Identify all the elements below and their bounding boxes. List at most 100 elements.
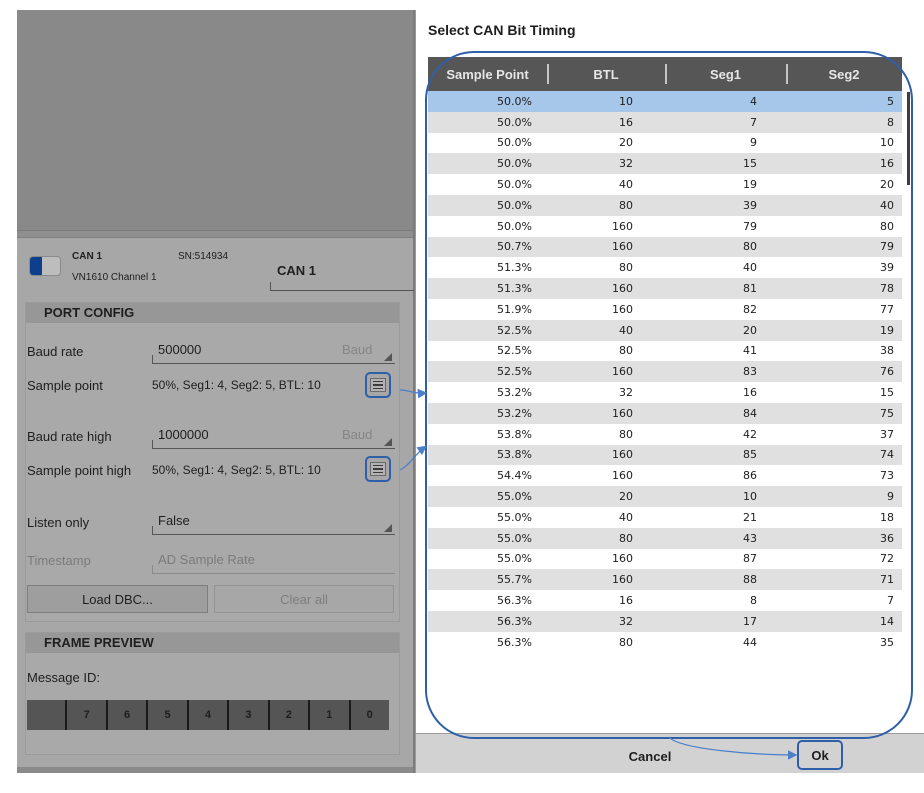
column-header-sample-point[interactable]: Sample Point bbox=[428, 57, 547, 91]
toggle-knob bbox=[30, 257, 42, 275]
cell-sample-point: 56.3% bbox=[497, 635, 532, 649]
table-row[interactable]: 56.3% 32 17 14 bbox=[428, 610, 902, 632]
cell-seg2: 16 bbox=[880, 157, 894, 171]
ok-button[interactable]: Ok bbox=[797, 740, 843, 770]
cell-sample-point: 54.4% bbox=[497, 469, 532, 483]
sample-point-label: Sample point bbox=[27, 378, 103, 393]
port-config-heading: PORT CONFIG bbox=[26, 303, 399, 323]
table-row[interactable]: 52.5% 160 83 76 bbox=[428, 361, 902, 383]
column-header-seg2[interactable]: Seg2 bbox=[786, 57, 902, 91]
column-header-btl[interactable]: BTL bbox=[547, 57, 665, 91]
cell-seg2: 5 bbox=[887, 94, 894, 108]
table-row[interactable]: 50.0% 40 19 20 bbox=[428, 174, 902, 195]
cell-btl: 160 bbox=[612, 573, 633, 587]
bit-cell bbox=[27, 700, 65, 730]
cell-seg2: 79 bbox=[880, 240, 894, 254]
cell-seg1: 82 bbox=[743, 302, 757, 316]
cell-sample-point: 56.3% bbox=[497, 614, 532, 628]
baud-rate-underline bbox=[152, 355, 395, 364]
table-row[interactable]: 51.9% 160 82 77 bbox=[428, 298, 902, 320]
table-row[interactable]: 50.0% 20 9 10 bbox=[428, 132, 902, 154]
sample-point-high-label: Sample point high bbox=[27, 463, 132, 478]
cell-sample-point: 53.8% bbox=[497, 448, 532, 462]
table-row[interactable]: 50.0% 32 15 16 bbox=[428, 153, 902, 175]
bit-timing-table-header: Sample Point BTL Seg1 Seg2 bbox=[428, 57, 902, 91]
table-row[interactable]: 50.0% 16 7 8 bbox=[428, 111, 902, 133]
table-row[interactable]: 53.2% 160 84 75 bbox=[428, 402, 902, 424]
baud-rate-dropdown-icon[interactable] bbox=[384, 353, 392, 361]
cell-seg2: 7 bbox=[887, 594, 894, 608]
table-row[interactable]: 53.2% 32 16 15 bbox=[428, 382, 902, 403]
cell-btl: 160 bbox=[612, 365, 633, 379]
table-row[interactable]: 54.4% 160 86 73 bbox=[428, 465, 902, 487]
cell-seg1: 80 bbox=[743, 240, 757, 254]
sample-point-list-button[interactable] bbox=[365, 372, 391, 398]
table-row[interactable]: 50.7% 160 80 79 bbox=[428, 236, 902, 258]
channel-title-underline bbox=[270, 282, 414, 291]
bit-cell: 5 bbox=[146, 700, 186, 730]
channel-title-input[interactable]: CAN 1 bbox=[277, 263, 316, 278]
table-row[interactable]: 56.3% 16 8 7 bbox=[428, 590, 902, 611]
cell-sample-point: 50.0% bbox=[497, 178, 532, 192]
table-row[interactable]: 55.7% 160 88 71 bbox=[428, 569, 902, 591]
channel-enable-toggle[interactable] bbox=[29, 256, 61, 276]
table-row[interactable]: 56.3% 80 44 35 bbox=[428, 631, 902, 653]
device-serial: SN:514934 bbox=[178, 251, 229, 262]
column-header-seg1[interactable]: Seg1 bbox=[665, 57, 786, 91]
table-row[interactable]: 51.3% 160 81 78 bbox=[428, 278, 902, 299]
cell-sample-point: 55.0% bbox=[497, 552, 532, 566]
table-row[interactable]: 55.0% 40 21 18 bbox=[428, 506, 902, 528]
timestamp-label: Timestamp bbox=[27, 553, 91, 568]
timestamp-underline bbox=[152, 565, 395, 574]
cell-seg2: 14 bbox=[880, 614, 894, 628]
table-row[interactable]: 50.0% 80 39 40 bbox=[428, 194, 902, 216]
table-row[interactable]: 52.5% 40 20 19 bbox=[428, 319, 902, 341]
cancel-button[interactable]: Cancel bbox=[605, 745, 695, 767]
list-icon bbox=[370, 378, 386, 392]
cell-seg1: 19 bbox=[743, 178, 757, 192]
cell-seg1: 40 bbox=[743, 261, 757, 275]
cell-btl: 40 bbox=[619, 323, 633, 337]
cell-seg2: 80 bbox=[880, 219, 894, 233]
cell-seg1: 10 bbox=[743, 490, 757, 504]
cell-btl: 160 bbox=[612, 240, 633, 254]
baud-rate-label: Baud rate bbox=[27, 344, 84, 359]
listen-only-label: Listen only bbox=[27, 515, 90, 530]
clear-all-button[interactable]: Clear all bbox=[214, 585, 394, 613]
panel-bottom-border bbox=[17, 767, 415, 773]
sample-point-value: 50%, Seg1: 4, Seg2: 5, BTL: 10 bbox=[152, 378, 321, 392]
table-row[interactable]: 53.8% 80 42 37 bbox=[428, 423, 902, 445]
baud-rate-high-label: Baud rate high bbox=[27, 429, 112, 444]
cell-sample-point: 56.3% bbox=[497, 594, 532, 608]
cell-btl: 32 bbox=[619, 386, 633, 400]
listen-only-dropdown-icon[interactable] bbox=[384, 524, 392, 532]
baud-rate-high-dropdown-icon[interactable] bbox=[384, 438, 392, 446]
cell-seg2: 19 bbox=[880, 323, 894, 337]
cell-btl: 20 bbox=[619, 490, 633, 504]
bit-cell: 3 bbox=[227, 700, 267, 730]
table-row[interactable]: 55.0% 20 10 9 bbox=[428, 486, 902, 507]
cell-btl: 160 bbox=[612, 406, 633, 420]
table-row[interactable]: 55.0% 80 43 36 bbox=[428, 527, 902, 549]
bit-cell: 6 bbox=[105, 700, 146, 730]
cell-seg2: 75 bbox=[880, 406, 894, 420]
table-row[interactable]: 51.3% 80 40 39 bbox=[428, 257, 902, 279]
table-row[interactable]: 50.0% 10 4 5 bbox=[428, 91, 902, 112]
sample-point-high-list-button[interactable] bbox=[365, 456, 391, 482]
cell-seg2: 9 bbox=[887, 490, 894, 504]
cell-sample-point: 50.0% bbox=[497, 115, 532, 129]
table-row[interactable]: 53.8% 160 85 74 bbox=[428, 444, 902, 466]
frame-preview-heading: FRAME PREVIEW bbox=[26, 633, 399, 653]
cell-seg2: 20 bbox=[880, 178, 894, 192]
load-dbc-button[interactable]: Load DBC... bbox=[27, 585, 208, 613]
table-row[interactable]: 50.0% 160 79 80 bbox=[428, 215, 902, 237]
cell-seg1: 86 bbox=[743, 469, 757, 483]
panel-splitter[interactable] bbox=[17, 230, 415, 238]
table-row[interactable]: 52.5% 80 41 38 bbox=[428, 340, 902, 362]
table-row[interactable]: 55.0% 160 87 72 bbox=[428, 548, 902, 570]
bit-timing-table-body: 50.0% 10 4 5 50.0% 16 7 8 50.0% 20 9 10 50.0% 32 15 16 5… bbox=[428, 91, 902, 723]
cell-seg2: 77 bbox=[880, 302, 894, 316]
message-id-bits: 7 6 5 4 3 2 1 0 bbox=[27, 700, 389, 730]
cell-btl: 80 bbox=[619, 635, 633, 649]
table-scrollbar[interactable] bbox=[907, 92, 910, 185]
